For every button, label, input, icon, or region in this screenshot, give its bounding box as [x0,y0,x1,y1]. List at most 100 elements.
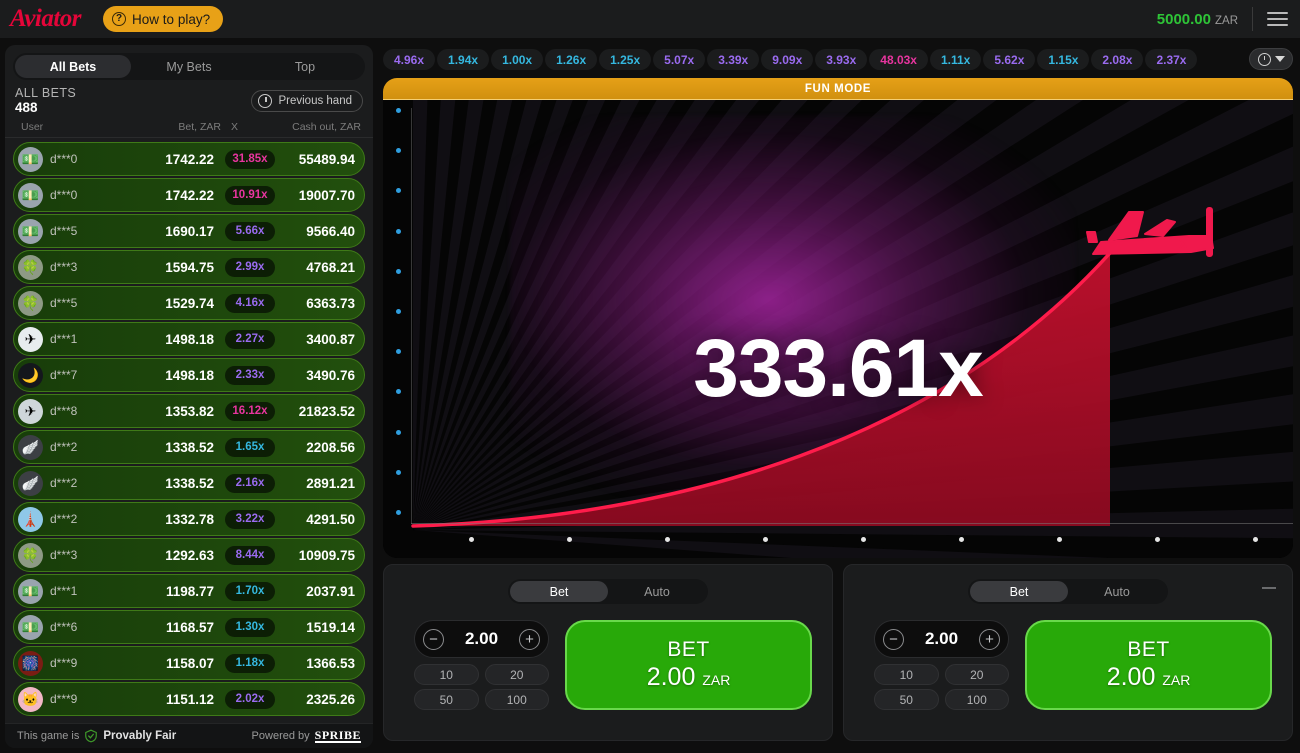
table-row[interactable]: ✈ d***8 1353.82 16.12x 21823.52 [13,394,365,428]
tab-top[interactable]: Top [247,55,363,78]
bets-sidebar: All Bets My Bets Top ALL BETS 488 Previous… [5,45,373,748]
quick-stake-100[interactable]: 100 [484,689,549,710]
avatar: 💵 [18,614,43,640]
previous-hand-button[interactable]: Previous hand [251,89,363,112]
place-bet-button[interactable]: BET 2.00 ZAR [1025,620,1272,710]
history-chip[interactable]: 48.03x [869,49,928,70]
x-axis-dot [567,537,572,542]
table-row[interactable]: 🐱 d***9 1151.12 2.02x 2325.26 [13,682,365,716]
history-chip[interactable]: 2.08x [1091,49,1144,70]
history-chip[interactable]: 1.15x [1037,49,1090,70]
how-to-play-button[interactable]: ? How to play? [103,6,224,32]
increase-stake-button[interactable]: + [519,628,540,650]
table-row[interactable]: 🍀 d***5 1529.74 4.16x 6363.73 [13,286,365,320]
history-chip[interactable]: 4.96x [383,49,436,70]
bet-cashout: 2037.91 [306,583,355,599]
bets-table-header: User Bet, ZAR X Cash out, ZAR [5,119,373,138]
bet-user: d***7 [50,368,78,382]
bet-mode-tab-auto[interactable]: Auto [1068,581,1166,602]
table-row[interactable]: 🎆 d***9 1158.07 1.18x 1366.53 [13,646,365,680]
increase-stake-button[interactable]: + [979,628,1000,650]
place-bet-button[interactable]: BET 2.00 ZAR [565,620,812,710]
history-chip[interactable]: 1.25x [599,49,652,70]
avatar: ✈ [18,326,43,352]
bets-list[interactable]: 💵 d***0 1742.22 31.85x 55489.94 💵 d***0 1742.22… [5,138,373,748]
x-axis-dot [469,537,474,542]
history-chip[interactable]: 1.94x [437,49,490,70]
history-chip[interactable]: 1.26x [545,49,598,70]
all-bets-count: 488 [15,100,38,115]
bet-multiplier: 1.30x [235,621,265,633]
history-chip[interactable]: 3.39x [707,49,760,70]
table-row[interactable]: 🍀 d***3 1292.63 8.44x 10909.75 [13,538,365,572]
history-chip[interactable]: 5.62x [983,49,1036,70]
table-row[interactable]: 🪽 d***2 1338.52 1.65x 2208.56 [13,430,365,464]
bet-mode-tabs: Bet Auto [968,579,1168,604]
column-user: User [21,121,44,133]
bet-mode-tab-auto[interactable]: Auto [608,581,706,602]
menu-icon[interactable] [1267,12,1288,26]
all-bets-counter: ALL BETS 488 [15,86,76,115]
stake-input[interactable]: 2.00 [465,629,498,649]
provably-fair[interactable]: This game is Provably Fair [17,729,176,743]
bet-user: d***3 [50,548,78,562]
x-axis-dot [665,537,670,542]
bet-mode-tab-bet[interactable]: Bet [970,581,1068,602]
history-toggle-button[interactable] [1249,48,1293,70]
x-axis-dot [763,537,768,542]
quick-stake-50[interactable]: 50 [874,689,939,710]
history-chip[interactable]: 2.37x [1145,49,1198,70]
bet-multiplier: 1.70x [235,585,265,597]
quick-stake-20[interactable]: 20 [944,664,1009,685]
avatar: 🍀 [18,542,43,568]
collapse-icon[interactable] [1262,587,1276,589]
bet-amount: 1198.77 [165,583,214,599]
table-row[interactable]: 🪽 d***2 1338.52 2.16x 2891.21 [13,466,365,500]
table-row[interactable]: 💵 d***1 1198.77 1.70x 2037.91 [13,574,365,608]
decrease-stake-button[interactable]: − [423,628,444,650]
status-badge: 10.91x [225,185,275,205]
powered-by-label: Powered by [251,730,310,742]
bet-panels: Bet Auto −2.00 +10 20 50 100 BET 2.00 ZAR Bet Auto… [383,564,1295,741]
x-axis-dot [861,537,866,542]
table-row[interactable]: 🍀 d***3 1594.75 2.99x 4768.21 [13,250,365,284]
quick-stake-10[interactable]: 10 [414,664,479,685]
bet-mode-tab-bet[interactable]: Bet [510,581,608,602]
history-chip[interactable]: 5.07x [653,49,706,70]
this-game-is-label: This game is [17,730,80,742]
tab-all-bets[interactable]: All Bets [15,55,131,78]
sidebar-footer: This game is Provably Fair Powered by SP… [5,723,373,748]
bet-multiplier: 2.02x [235,693,265,705]
table-row[interactable]: ✈ d***1 1498.18 2.27x 3400.87 [13,322,365,356]
history-chip[interactable]: 1.11x [929,49,982,70]
table-row[interactable]: 💵 d***5 1690.17 5.66x 9566.40 [13,214,365,248]
history-chip[interactable]: 1.00x [491,49,544,70]
table-row[interactable]: 🗼 d***2 1332.78 3.22x 4291.50 [13,502,365,536]
table-row[interactable]: 🌙 d***7 1498.18 2.33x 3490.76 [13,358,365,392]
bets-header: ALL BETS 488 Previous hand [5,80,373,119]
table-row[interactable]: 💵 d***0 1742.22 31.85x 55489.94 [13,142,365,176]
status-badge: 2.16x [225,473,275,493]
bet-cashout: 9566.40 [306,223,355,239]
fun-mode-banner: FUN MODE [383,78,1293,100]
history-chip[interactable]: 9.09x [761,49,814,70]
table-row[interactable]: 💵 d***0 1742.22 10.91x 19007.70 [13,178,365,212]
stake-input[interactable]: 2.00 [925,629,958,649]
bet-multiplier: 2.16x [235,477,265,489]
status-badge: 2.99x [225,257,275,277]
bet-amount: 1292.63 [165,547,214,563]
bet-user: d***2 [50,440,78,454]
quick-stake-20[interactable]: 20 [484,664,549,685]
current-multiplier: 333.61x [693,323,983,414]
quick-stake-50[interactable]: 50 [414,689,479,710]
bet-amount: 1498.18 [165,367,214,383]
quick-stake-10[interactable]: 10 [874,664,939,685]
decrease-stake-button[interactable]: − [883,628,904,650]
table-row[interactable]: 💵 d***6 1168.57 1.30x 1519.14 [13,610,365,644]
tab-my-bets[interactable]: My Bets [131,55,247,78]
y-axis-dot [396,188,401,194]
bet-cashout: 1519.14 [306,619,355,635]
quick-stake-100[interactable]: 100 [944,689,1009,710]
history-chip[interactable]: 3.93x [815,49,868,70]
column-multiplier: X [231,121,239,133]
